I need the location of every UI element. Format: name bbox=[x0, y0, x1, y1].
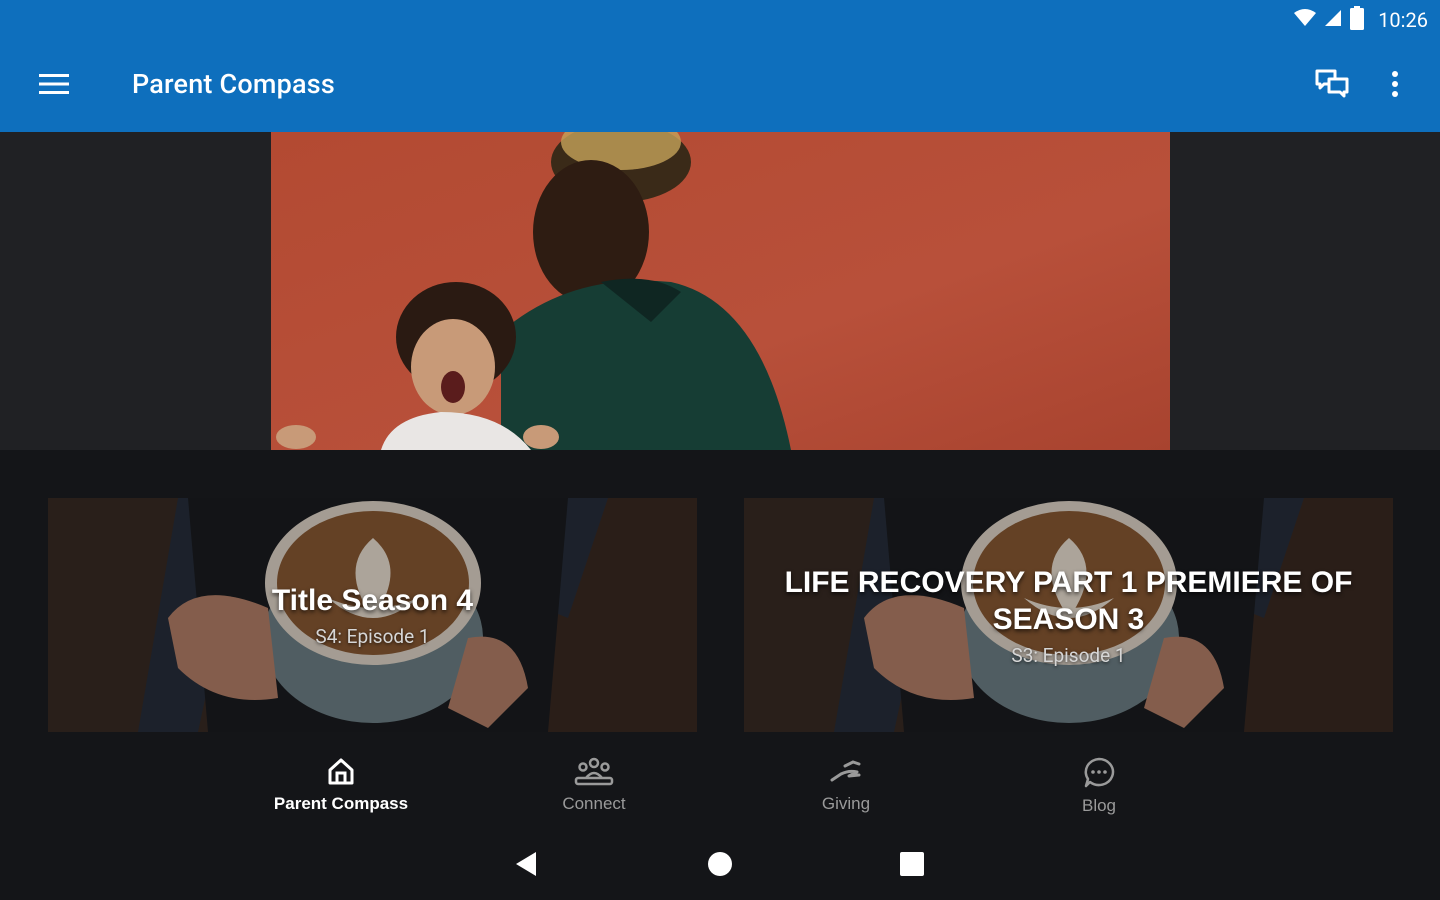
nav-label: Blog bbox=[1081, 796, 1117, 815]
bottom-navigation: Parent Compass Connect Giving Blog bbox=[0, 740, 1440, 832]
nav-label: Connect bbox=[562, 794, 626, 813]
episode-card-2[interactable]: LIFE RECOVERY PART 1 PREMIERE OF SEASON … bbox=[744, 498, 1393, 732]
chat-bubble-icon bbox=[1082, 756, 1116, 792]
menu-icon bbox=[39, 73, 69, 99]
cell-signal-icon bbox=[1324, 9, 1342, 31]
home-icon bbox=[326, 756, 356, 790]
app-bar: Parent Compass bbox=[0, 40, 1440, 132]
battery-icon bbox=[1350, 6, 1365, 34]
card-text: Title Season 4 S4: Episode 1 bbox=[48, 498, 697, 732]
card-title: Title Season 4 bbox=[271, 584, 474, 617]
card-subtitle: S3: Episode 1 bbox=[1011, 643, 1126, 667]
recents-button[interactable] bbox=[892, 850, 932, 882]
status-time: 10:26 bbox=[1378, 8, 1428, 32]
home-circle-icon bbox=[707, 851, 733, 881]
nav-item-parent-compass[interactable]: Parent Compass bbox=[241, 756, 441, 820]
back-button[interactable] bbox=[506, 850, 546, 882]
chat-button[interactable] bbox=[1304, 60, 1360, 112]
nav-item-blog[interactable]: Blog bbox=[999, 756, 1199, 820]
back-icon bbox=[514, 851, 538, 881]
home-button[interactable] bbox=[700, 850, 740, 882]
status-bar: 10:26 bbox=[0, 0, 1440, 40]
nav-label: Parent Compass bbox=[273, 794, 409, 813]
episode-cards: Title Season 4 S4: Episode 1 LIFE RECOVE… bbox=[0, 450, 1440, 740]
hero-image[interactable] bbox=[271, 132, 1170, 450]
recents-icon bbox=[900, 852, 924, 880]
chat-icon bbox=[1315, 69, 1349, 103]
nav-item-giving[interactable]: Giving bbox=[746, 756, 946, 820]
menu-button[interactable] bbox=[26, 60, 82, 112]
more-options-button[interactable] bbox=[1370, 60, 1420, 112]
episode-card-1[interactable]: Title Season 4 S4: Episode 1 bbox=[48, 498, 697, 732]
hero-photo bbox=[271, 132, 1170, 450]
people-icon bbox=[574, 756, 614, 790]
card-title: LIFE RECOVERY PART 1 PREMIERE OF SEASON … bbox=[784, 565, 1353, 636]
status-icons: 10:26 bbox=[1294, 6, 1428, 34]
more-vert-icon bbox=[1391, 70, 1399, 102]
giving-hand-icon bbox=[829, 756, 863, 790]
nav-item-connect[interactable]: Connect bbox=[494, 756, 694, 820]
app-title: Parent Compass bbox=[132, 68, 335, 100]
card-text: LIFE RECOVERY PART 1 PREMIERE OF SEASON … bbox=[744, 498, 1393, 732]
card-subtitle: S4: Episode 1 bbox=[315, 625, 430, 648]
nav-label: Giving bbox=[821, 794, 871, 813]
wifi-icon bbox=[1294, 9, 1317, 31]
system-navigation-bar bbox=[0, 832, 1440, 900]
